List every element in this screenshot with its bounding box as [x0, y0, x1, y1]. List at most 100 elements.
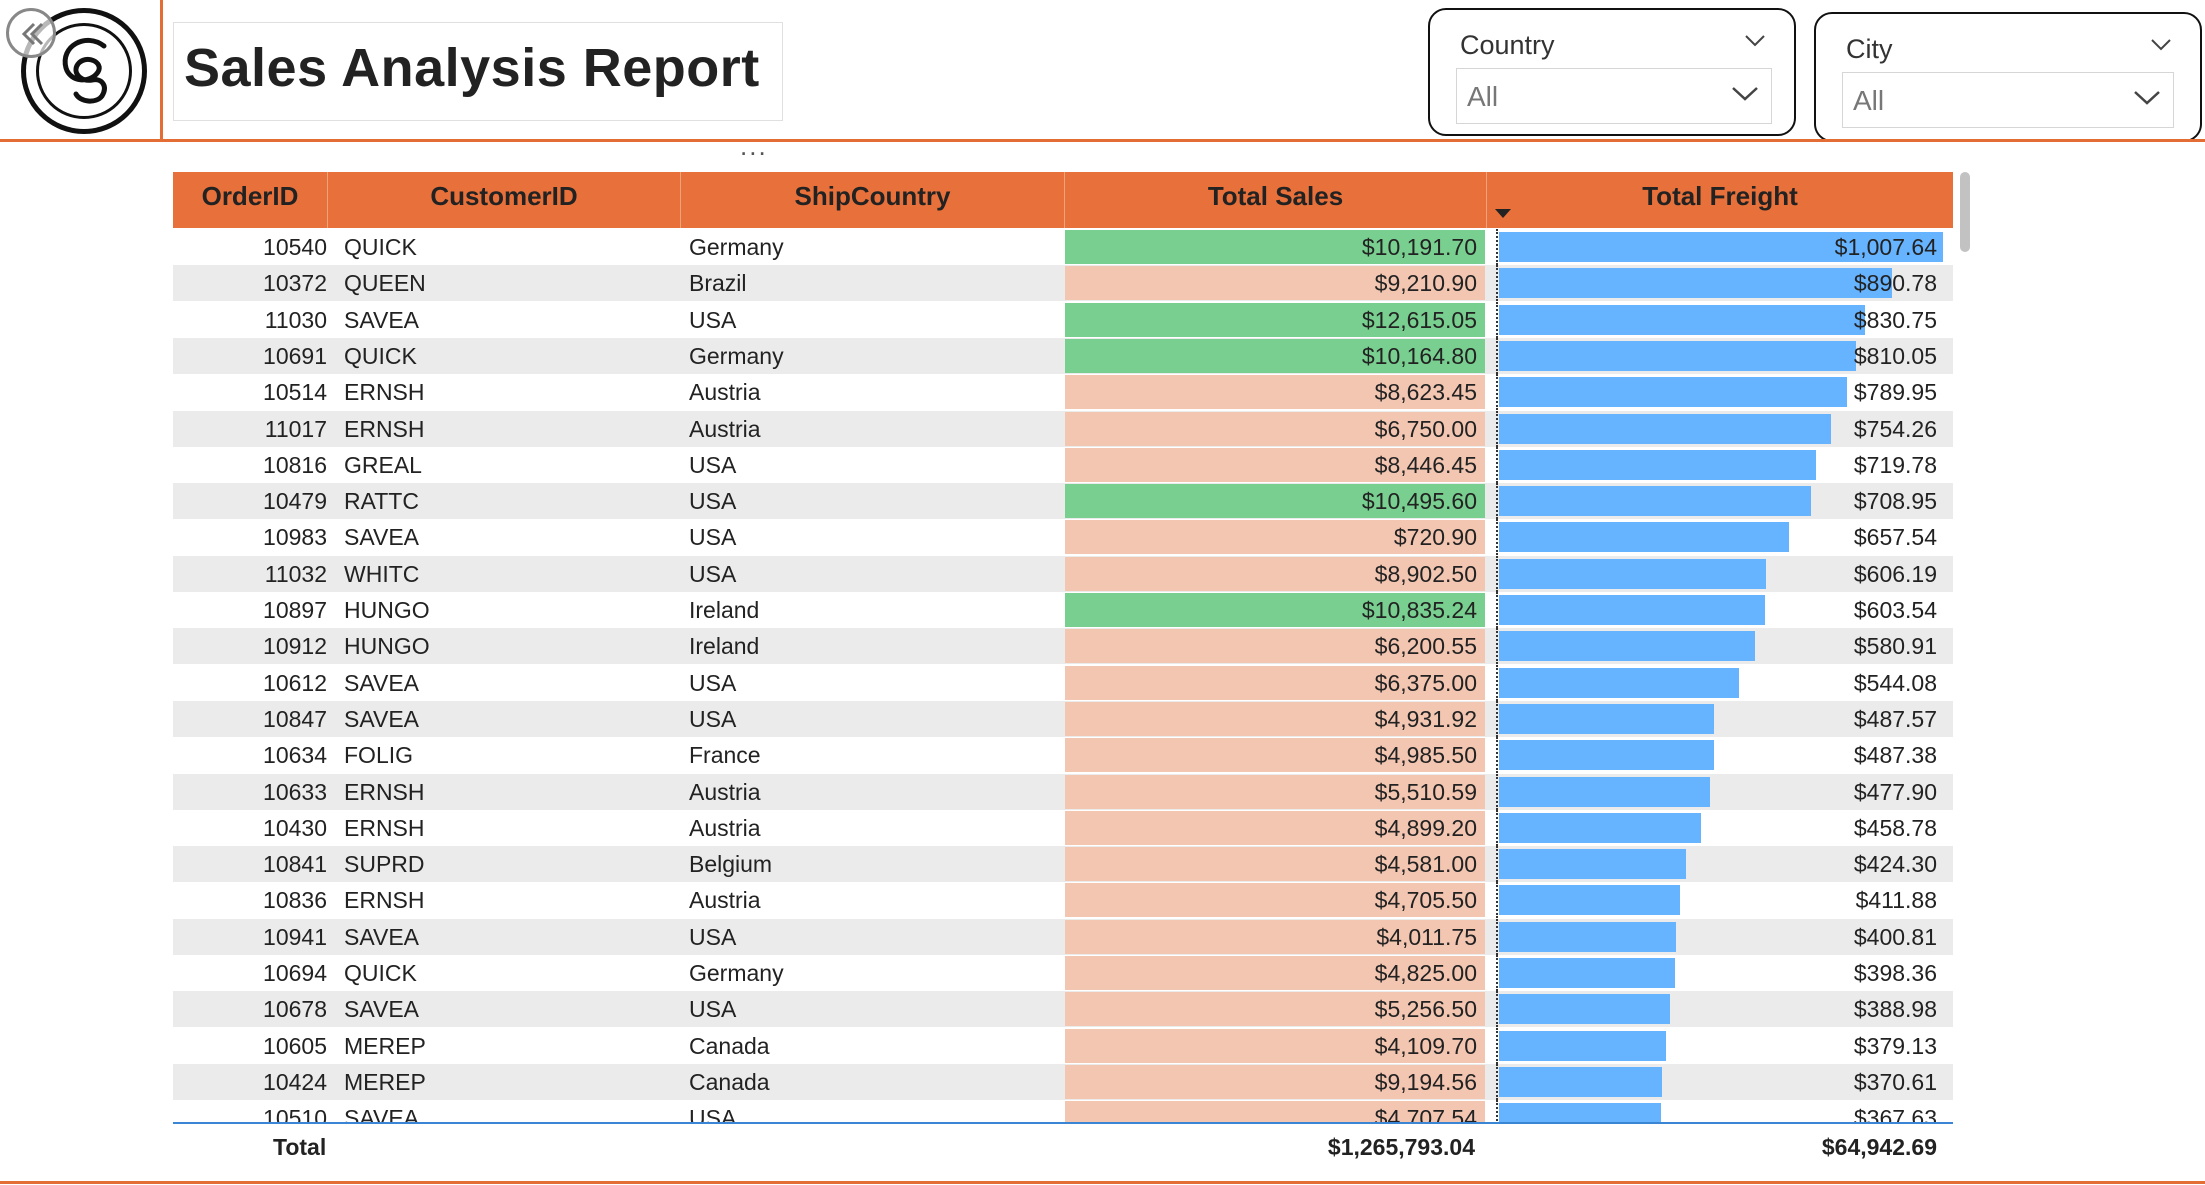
freight-value: $398.36 — [1853, 960, 1937, 986]
cell-total-freight: $487.57 — [1496, 701, 1946, 737]
cell-customerid: MEREP — [344, 1069, 426, 1095]
table-row[interactable]: 10983 SAVEA USA $720.90 $657.54 — [173, 519, 1953, 555]
table-row[interactable]: 10510 SAVEA USA $4,707.54 $367.63 — [173, 1100, 1953, 1123]
sales-value: $4,705.50 — [1374, 887, 1477, 913]
table-row[interactable]: 10816 GREAL USA $8,446.45 $719.78 — [173, 447, 1953, 483]
sales-value: $4,707.54 — [1374, 1105, 1477, 1123]
cell-customerid: ERNSH — [344, 379, 425, 405]
freight-axis-line — [1496, 338, 1498, 374]
table-row[interactable]: 10514 ERNSH Austria $8,623.45 $789.95 — [173, 374, 1953, 410]
cell-shipcountry: USA — [689, 561, 737, 587]
total-label: Total — [273, 1134, 327, 1160]
table-row[interactable]: 10941 SAVEA USA $4,011.75 $400.81 — [173, 919, 1953, 955]
cell-orderid: 10897 — [263, 597, 327, 623]
cell-total-sales: $10,164.80 — [1065, 338, 1487, 374]
freight-axis-line — [1496, 302, 1498, 338]
logo-glyph-icon — [62, 38, 107, 104]
table-row[interactable]: 10912 HUNGO Ireland $6,200.55 $580.91 — [173, 628, 1953, 664]
cell-total-sales: $4,011.75 — [1065, 919, 1487, 955]
table-row[interactable]: 10678 SAVEA USA $5,256.50 $388.98 — [173, 991, 1953, 1027]
freight-value: $370.61 — [1853, 1069, 1937, 1095]
freight-axis-line — [1496, 447, 1498, 483]
cell-shipcountry: Austria — [689, 379, 761, 405]
cell-total-freight: $708.95 — [1496, 483, 1946, 519]
freight-bar — [1499, 994, 1670, 1024]
table-row[interactable]: 10841 SUPRD Belgium $4,581.00 $424.30 — [173, 846, 1953, 882]
cell-orderid: 10510 — [263, 1105, 327, 1123]
back-button[interactable] — [6, 8, 56, 58]
country-slicer[interactable]: Country All — [1428, 8, 1796, 136]
table-scrollbar[interactable] — [1960, 172, 1970, 252]
column-header-total-sales[interactable]: Total Sales — [1065, 172, 1487, 228]
cell-customerid: QUICK — [344, 960, 417, 986]
table-row[interactable]: 11030 SAVEA USA $12,615.05 $830.75 — [173, 302, 1953, 338]
chevron-down-icon[interactable] — [1744, 34, 1766, 48]
country-dropdown[interactable]: All — [1456, 68, 1772, 124]
column-header-shipcountry[interactable]: ShipCountry — [681, 172, 1065, 228]
cell-total-freight: $458.78 — [1496, 810, 1946, 846]
cell-shipcountry: Austria — [689, 779, 761, 805]
table-row[interactable]: 10633 ERNSH Austria $5,510.59 $477.90 — [173, 774, 1953, 810]
sort-descending-icon[interactable] — [1495, 209, 1511, 218]
table-row[interactable]: 10847 SAVEA USA $4,931.92 $487.57 — [173, 701, 1953, 737]
cell-total-sales: $10,495.60 — [1065, 483, 1487, 519]
table-row[interactable]: 10691 QUICK Germany $10,164.80 $810.05 — [173, 338, 1953, 374]
table-row[interactable]: 10605 MEREP Canada $4,109.70 $379.13 — [173, 1028, 1953, 1064]
freight-value: $603.54 — [1853, 597, 1937, 623]
city-dropdown[interactable]: All — [1842, 72, 2174, 128]
city-slicer[interactable]: City All — [1814, 12, 2202, 142]
cell-total-freight: $367.63 — [1496, 1100, 1946, 1123]
table-row[interactable]: 10634 FOLIG France $4,985.50 $487.38 — [173, 737, 1953, 773]
sales-value: $4,011.75 — [1376, 924, 1477, 950]
table-row[interactable]: 10836 ERNSH Austria $4,705.50 $411.88 — [173, 882, 1953, 918]
table-row[interactable]: 10540 QUICK Germany $10,191.70 $1,007.64 — [173, 229, 1953, 265]
column-header-orderid[interactable]: OrderID — [173, 172, 328, 228]
cell-shipcountry: Austria — [689, 887, 761, 913]
freight-axis-line — [1496, 1064, 1498, 1100]
freight-value: $657.54 — [1853, 524, 1937, 550]
cell-total-freight: $477.90 — [1496, 774, 1946, 810]
cell-customerid: FOLIG — [344, 742, 414, 768]
cell-shipcountry: Canada — [689, 1033, 770, 1059]
sales-value: $4,931.92 — [1374, 706, 1477, 732]
cell-total-freight: $606.19 — [1496, 556, 1946, 592]
freight-axis-line — [1496, 628, 1498, 664]
freight-bar — [1499, 450, 1816, 480]
cell-customerid: SUPRD — [344, 851, 425, 877]
table-row[interactable]: 10897 HUNGO Ireland $10,835.24 $603.54 — [173, 592, 1953, 628]
table-row[interactable]: 11032 WHITC USA $8,902.50 $606.19 — [173, 556, 1953, 592]
cell-shipcountry: Austria — [689, 815, 761, 841]
table-row[interactable]: 11017 ERNSH Austria $6,750.00 $754.26 — [173, 411, 1953, 447]
table-row[interactable]: 10694 QUICK Germany $4,825.00 $398.36 — [173, 955, 1953, 991]
cell-total-sales: $5,256.50 — [1065, 991, 1487, 1027]
freight-axis-line — [1496, 556, 1498, 592]
table-row[interactable]: 10430 ERNSH Austria $4,899.20 $458.78 — [173, 810, 1953, 846]
sales-value: $10,495.60 — [1361, 488, 1477, 514]
cell-total-freight: $388.98 — [1496, 991, 1946, 1027]
chevron-down-icon[interactable] — [2150, 38, 2172, 52]
cell-orderid: 10912 — [263, 633, 327, 659]
cell-total-freight: $789.95 — [1496, 374, 1946, 410]
cell-shipcountry: USA — [689, 524, 737, 550]
sales-value: $8,623.45 — [1374, 379, 1477, 405]
column-header-total-freight[interactable]: Total Freight — [1487, 172, 1953, 228]
table-row[interactable]: 10612 SAVEA USA $6,375.00 $544.08 — [173, 665, 1953, 701]
freight-axis-line — [1496, 229, 1498, 265]
table-row[interactable]: 10479 RATTC USA $10,495.60 $708.95 — [173, 483, 1953, 519]
table-row[interactable]: 10424 MEREP Canada $9,194.56 $370.61 — [173, 1064, 1953, 1100]
cell-shipcountry: USA — [689, 996, 737, 1022]
cell-total-freight: $544.08 — [1496, 665, 1946, 701]
sales-value: $12,615.05 — [1361, 307, 1477, 333]
freight-bar — [1499, 849, 1686, 879]
report-canvas: Sales Analysis Report ... Country All Ci… — [0, 0, 2205, 1185]
freight-value: $830.75 — [1853, 307, 1937, 333]
freight-value: $424.30 — [1853, 851, 1937, 877]
cell-orderid: 10479 — [263, 488, 327, 514]
sales-value: $9,210.90 — [1374, 270, 1477, 296]
column-header-customerid[interactable]: CustomerID — [328, 172, 681, 228]
cell-total-sales: $6,200.55 — [1065, 628, 1487, 664]
freight-bar — [1499, 522, 1789, 552]
table-row[interactable]: 10372 QUEEN Brazil $9,210.90 $890.78 — [173, 265, 1953, 301]
cell-customerid: SAVEA — [344, 706, 419, 732]
freight-axis-line — [1496, 882, 1498, 918]
